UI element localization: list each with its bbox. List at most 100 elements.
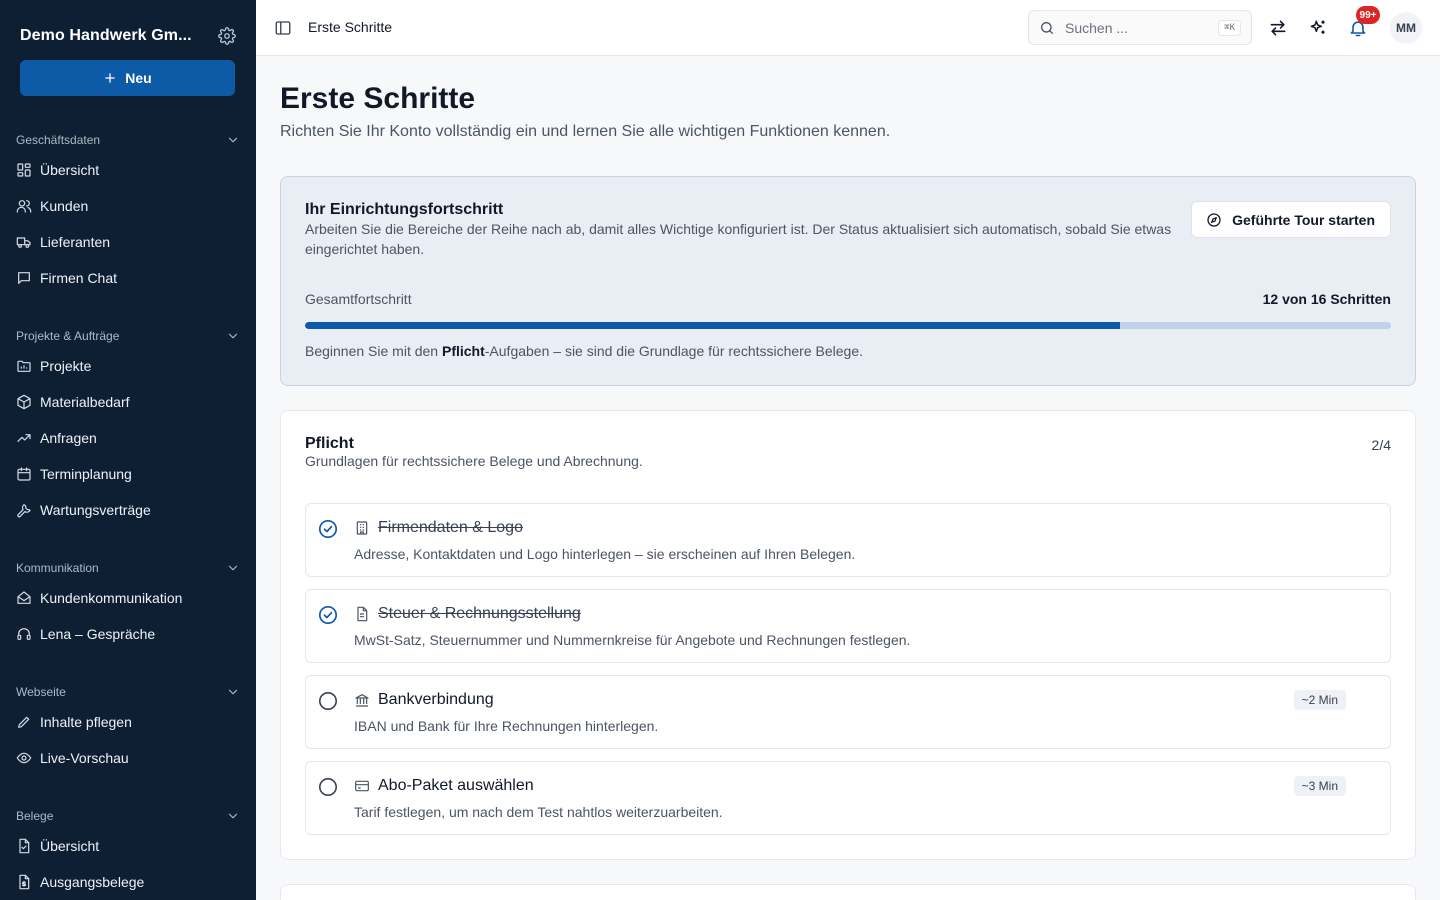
next-section-card: [280, 884, 1416, 900]
main-content: Erste Schritte Richten Sie Ihr Konto vol…: [256, 56, 1440, 900]
plus-icon: [103, 71, 117, 85]
section-subtitle: Grundlagen für rechtssichere Belege und …: [305, 453, 643, 469]
empty-circle-icon[interactable]: [318, 691, 338, 711]
check-circle-icon[interactable]: [318, 519, 338, 539]
sidebar-item-label: Übersicht: [40, 162, 100, 178]
sidebar-item-firmen-chat[interactable]: Firmen Chat: [0, 260, 256, 296]
notification-badge: 99+: [1356, 6, 1380, 24]
task-title: Firmendaten & Logo: [378, 519, 523, 536]
dashboard-icon: [16, 162, 32, 178]
sidebar-item-label: Ausgangsbelege: [40, 874, 145, 890]
compass-icon: [1206, 212, 1222, 228]
sidebar-toggle-icon[interactable]: [274, 19, 292, 37]
wrench-icon: [16, 502, 32, 518]
search-input[interactable]: Suchen ... ⌘K: [1028, 10, 1252, 45]
section-header[interactable]: Belege: [0, 804, 256, 828]
chevron-down-icon[interactable]: [226, 329, 240, 343]
file-dollar-icon: [16, 874, 32, 890]
sidebar-item-lena-gespraeche[interactable]: Lena – Gespräche: [0, 616, 256, 652]
gear-icon[interactable]: [218, 27, 236, 45]
search-placeholder: Suchen ...: [1065, 19, 1129, 36]
page-breadcrumb: Erste Schritte: [308, 19, 393, 35]
section-title: Geschäftsdaten: [16, 133, 101, 147]
section-header[interactable]: Kommunikation: [0, 556, 256, 580]
section-header[interactable]: Webseite: [0, 680, 256, 704]
sidebar-item-kunden[interactable]: Kunden: [0, 188, 256, 224]
search-shortcut: ⌘K: [1218, 19, 1241, 36]
nav-section-webseite: Webseite Inhalte pflegen Live-Vorschau: [0, 680, 256, 776]
hint-prefix: Beginnen Sie mit den: [305, 343, 442, 359]
section-header[interactable]: Projekte & Aufträge: [0, 324, 256, 348]
avatar[interactable]: MM: [1390, 12, 1422, 44]
check-circle-icon[interactable]: [318, 605, 338, 625]
sidebar-item-lieferanten[interactable]: Lieferanten: [0, 224, 256, 260]
task-steuer-rechnungsstellung[interactable]: Steuer & Rechnungsstellung MwSt-Satz, St…: [305, 589, 1391, 663]
company-name[interactable]: Demo Handwerk Gm...: [20, 27, 192, 45]
sidebar-item-label: Materialbedarf: [40, 394, 130, 410]
empty-circle-icon[interactable]: [318, 777, 338, 797]
calendar-icon: [16, 466, 32, 482]
task-firmendaten-logo[interactable]: Firmendaten & Logo Adresse, Kontaktdaten…: [305, 503, 1391, 577]
package-icon: [16, 394, 32, 410]
sidebar-item-live-vorschau[interactable]: Live-Vorschau: [0, 740, 256, 776]
page-title: Erste Schritte: [280, 82, 476, 115]
sidebar-item-terminplanung[interactable]: Terminplanung: [0, 456, 256, 492]
nav-section-kommunikation: Kommunikation Kundenkommunikation Lena –…: [0, 556, 256, 652]
topbar: Erste Schritte Suchen ... ⌘K 99+ MM: [256, 0, 1440, 56]
switch-arrows-icon[interactable]: [1268, 18, 1288, 38]
document-icon: [354, 606, 370, 622]
progress-hint: Beginnen Sie mit den Pflicht-Aufgaben – …: [305, 343, 863, 359]
pflicht-section: Pflicht Grundlagen für rechtssichere Bel…: [280, 410, 1416, 860]
time-badge: ~3 Min: [1293, 776, 1346, 796]
truck-icon: [16, 234, 32, 250]
sidebar-item-label: Kunden: [40, 198, 89, 214]
progress-count: 12 von 16 Schritten: [1262, 291, 1391, 307]
sidebar-item-label: Lena – Gespräche: [40, 626, 156, 642]
chevron-down-icon[interactable]: [226, 133, 240, 147]
company-switcher[interactable]: Demo Handwerk Gm...: [20, 22, 236, 50]
sidebar-item-materialbedarf[interactable]: Materialbedarf: [0, 384, 256, 420]
sidebar-item-ausgangsbelege[interactable]: Ausgangsbelege: [0, 864, 256, 900]
progress-bar: [305, 322, 1391, 329]
sidebar-item-label: Wartungsverträge: [40, 502, 151, 518]
task-abo-paket[interactable]: Abo-Paket auswählen Tarif festlegen, um …: [305, 761, 1391, 835]
section-title: Belege: [16, 809, 54, 823]
file-check-icon: [16, 838, 32, 854]
page-subtitle: Richten Sie Ihr Konto vollständig ein un…: [280, 123, 891, 140]
building-icon: [354, 520, 370, 536]
sidebar-item-inhalte-pflegen[interactable]: Inhalte pflegen: [0, 704, 256, 740]
section-title: Kommunikation: [16, 561, 99, 575]
chevron-down-icon[interactable]: [226, 561, 240, 575]
users-icon: [16, 198, 32, 214]
sidebar-item-projekte[interactable]: Projekte: [0, 348, 256, 384]
sidebar-item-anfragen[interactable]: Anfragen: [0, 420, 256, 456]
nav-section-geschaeftsdaten: Geschäftsdaten Übersicht Kunden Lieferan…: [0, 128, 256, 296]
guided-tour-button[interactable]: Geführte Tour starten: [1191, 201, 1391, 238]
sidebar-item-label: Live-Vorschau: [40, 750, 129, 766]
task-bankverbindung[interactable]: Bankverbindung IBAN und Bank für Ihre Re…: [305, 675, 1391, 749]
sidebar-item-label: Lieferanten: [40, 234, 111, 250]
task-title: Steuer & Rechnungsstellung: [378, 605, 581, 622]
chevron-down-icon[interactable]: [226, 809, 240, 823]
sidebar-item-label: Terminplanung: [40, 466, 132, 482]
pen-icon: [16, 714, 32, 730]
sidebar-item-uebersicht[interactable]: Übersicht: [0, 152, 256, 188]
sidebar-item-label: Inhalte pflegen: [40, 714, 132, 730]
task-title: Abo-Paket auswählen: [378, 777, 534, 794]
credit-card-icon: [354, 778, 370, 794]
sidebar-item-kundenkommunikation[interactable]: Kundenkommunikation: [0, 580, 256, 616]
new-button[interactable]: Neu: [20, 60, 235, 96]
sidebar-item-belege-uebersicht[interactable]: Übersicht: [0, 828, 256, 864]
section-title: Projekte & Aufträge: [16, 329, 120, 343]
chevron-down-icon[interactable]: [226, 685, 240, 699]
sidebar-item-wartungsvertraege[interactable]: Wartungsverträge: [0, 492, 256, 528]
task-description: IBAN und Bank für Ihre Rechnungen hinter…: [354, 718, 659, 734]
sidebar-item-label: Kundenkommunikation: [40, 590, 183, 606]
nav-section-projekte: Projekte & Aufträge Projekte Materialbed…: [0, 324, 256, 528]
new-button-label: Neu: [125, 70, 152, 86]
task-description: MwSt-Satz, Steuernummer und Nummernkreis…: [354, 632, 911, 648]
sparkles-icon[interactable]: [1308, 18, 1328, 38]
section-title: Webseite: [16, 685, 66, 699]
section-count: 2/4: [1371, 437, 1391, 453]
section-header[interactable]: Geschäftsdaten: [0, 128, 256, 152]
